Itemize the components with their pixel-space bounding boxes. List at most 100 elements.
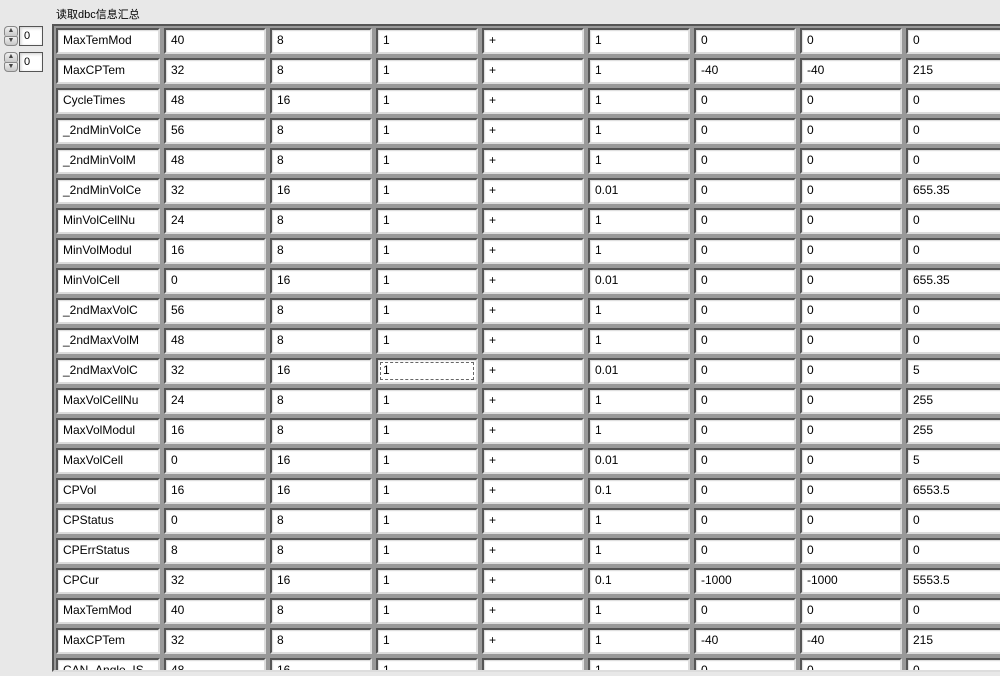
table-cell[interactable]: _2ndMinVolCe [56,178,160,204]
table-cell[interactable]: 1 [376,658,478,672]
table-cell[interactable]: 0 [800,88,902,114]
table-cell[interactable]: 1 [588,58,690,84]
table-cell[interactable]: 1 [376,508,478,534]
table-cell[interactable]: 56 [164,298,266,324]
table-cell[interactable]: 32 [164,628,266,654]
col-index-control[interactable]: ▲ ▼ [4,52,52,72]
table-cell[interactable]: 8 [270,118,372,144]
table-cell[interactable]: 0 [694,178,796,204]
table-cell[interactable]: 0 [906,208,1000,234]
col-up-arrow-icon[interactable]: ▲ [4,52,18,62]
table-cell[interactable]: -40 [694,58,796,84]
table-cell[interactable]: 1 [588,328,690,354]
table-cell[interactable]: 1 [588,238,690,264]
table-cell[interactable]: 1 [376,118,478,144]
table-cell[interactable]: MaxVolCell [56,448,160,474]
row-index-input[interactable] [19,26,43,46]
table-cell[interactable]: 16 [270,268,372,294]
table-cell[interactable]: 0 [694,418,796,444]
table-cell[interactable]: 0 [694,478,796,504]
table-cell[interactable]: MaxTemMod [56,28,160,54]
table-cell[interactable]: 215 [906,58,1000,84]
table-cell[interactable]: 16 [270,658,372,672]
table-cell[interactable]: 0 [906,28,1000,54]
table-cell[interactable]: 16 [270,478,372,504]
col-index-input[interactable] [19,52,43,72]
table-cell[interactable]: 0 [694,208,796,234]
table-cell[interactable]: CPVol [56,478,160,504]
table-cell[interactable]: 1 [376,58,478,84]
table-cell[interactable]: 24 [164,208,266,234]
table-cell[interactable]: + [482,28,584,54]
table-cell[interactable]: 1 [376,538,478,564]
col-down-arrow-icon[interactable]: ▼ [4,62,18,72]
table-cell[interactable]: 0 [694,328,796,354]
table-cell[interactable]: 1 [588,148,690,174]
table-cell[interactable]: MaxCPTem [56,628,160,654]
table-cell[interactable]: 1 [376,238,478,264]
table-cell[interactable]: 8 [164,538,266,564]
table-cell[interactable]: MinVolModul [56,238,160,264]
table-cell[interactable]: 1 [588,508,690,534]
table-cell[interactable]: 1 [376,298,478,324]
table-cell[interactable]: 1 [588,658,690,672]
table-cell[interactable]: + [482,178,584,204]
table-cell[interactable]: 0 [694,658,796,672]
table-cell[interactable]: 1 [376,628,478,654]
table-cell[interactable]: 8 [270,328,372,354]
table-cell[interactable]: 655.35 [906,268,1000,294]
table-cell[interactable]: + [482,298,584,324]
table-cell[interactable]: 8 [270,418,372,444]
table-cell[interactable]: 1 [376,208,478,234]
table-cell[interactable]: 0 [906,538,1000,564]
table-cell[interactable]: _2ndMaxVolC [56,358,160,384]
table-cell[interactable]: 1 [376,388,478,414]
table-cell[interactable]: 0 [694,238,796,264]
table-cell[interactable]: 8 [270,28,372,54]
table-cell[interactable]: 1 [376,88,478,114]
table-cell[interactable]: 0 [906,148,1000,174]
row-down-arrow-icon[interactable]: ▼ [4,36,18,46]
table-cell[interactable]: 0 [800,358,902,384]
table-cell[interactable]: 1 [588,538,690,564]
table-cell[interactable]: 0 [694,88,796,114]
table-cell[interactable]: -1000 [800,568,902,594]
table-cell[interactable]: 48 [164,658,266,672]
table-cell[interactable]: + [482,598,584,624]
table-cell[interactable]: 8 [270,598,372,624]
table-cell[interactable]: CPCur [56,568,160,594]
table-cell[interactable]: 0.01 [588,358,690,384]
table-cell[interactable]: + [482,538,584,564]
table-cell[interactable]: 1 [376,28,478,54]
table-cell[interactable]: 0 [906,508,1000,534]
table-cell[interactable]: 24 [164,388,266,414]
table-cell[interactable]: 1 [588,28,690,54]
table-cell[interactable]: CAN_Angle_IS [56,658,160,672]
table-cell[interactable]: -1000 [694,568,796,594]
table-cell[interactable]: MaxTemMod [56,598,160,624]
table-cell[interactable]: 1 [376,358,478,384]
table-cell[interactable]: 0 [694,448,796,474]
table-cell[interactable]: 48 [164,148,266,174]
table-cell[interactable]: 8 [270,298,372,324]
table-cell[interactable]: -40 [800,628,902,654]
table-cell[interactable]: 0 [906,598,1000,624]
row-up-arrow-icon[interactable]: ▲ [4,26,18,36]
table-cell[interactable]: + [482,448,584,474]
table-cell[interactable]: 16 [164,418,266,444]
table-cell[interactable]: 1 [588,628,690,654]
table-cell[interactable]: + [482,628,584,654]
table-cell[interactable]: 0 [800,178,902,204]
table-cell[interactable]: 0 [800,268,902,294]
table-cell[interactable]: CPStatus [56,508,160,534]
table-cell[interactable]: 5 [906,448,1000,474]
table-cell[interactable]: + [482,358,584,384]
table-cell[interactable]: 255 [906,418,1000,444]
table-cell[interactable]: 8 [270,148,372,174]
table-cell[interactable]: CycleTimes [56,88,160,114]
table-cell[interactable]: 255 [906,388,1000,414]
table-cell[interactable]: 0 [906,328,1000,354]
table-cell[interactable]: 0 [800,208,902,234]
table-cell[interactable]: 8 [270,628,372,654]
table-cell[interactable]: 0.01 [588,178,690,204]
